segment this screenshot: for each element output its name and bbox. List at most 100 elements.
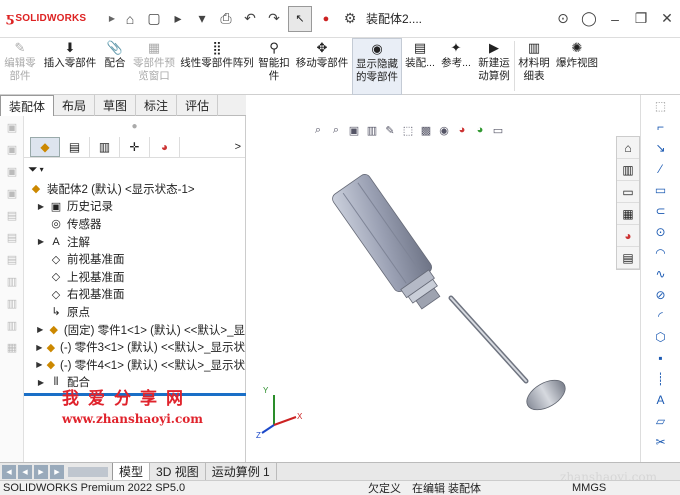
tab-markup[interactable]: 标注 [136,95,178,116]
tree-filter[interactable]: ⏷ ▾ [24,158,245,180]
tree-item[interactable]: ▶ A 注解 [28,233,245,251]
plane-icon[interactable]: ▱ [641,410,680,431]
tab-evaluate[interactable]: 评估 [177,95,219,116]
tree-item[interactable]: ▶ ◆ (固定) 零件1<1> (默认) <<默认>_显 [28,321,245,339]
expand-arrow-icon[interactable]: ▶ [34,343,45,352]
polygon-icon[interactable]: ⬡ [641,326,680,347]
sketch-icon[interactable]: ⬚ [641,95,680,116]
redo-icon[interactable]: ↷ [262,7,286,31]
strip-cube-icon[interactable]: ▣ [0,160,24,182]
help-icon[interactable]: ⊙ [550,7,576,31]
point-icon[interactable]: ▪ [641,347,680,368]
restore-icon[interactable]: ❐ [628,7,654,31]
new-document-icon[interactable]: ▢ [142,7,166,31]
strip-part-icon[interactable]: ▤ [0,204,24,226]
tree-item[interactable]: ◇ 前视基准面 [28,250,245,268]
strip-part-icon[interactable]: ▤ [0,248,24,270]
circle-icon[interactable]: ⊙ [641,221,680,242]
unit-system[interactable]: MMGS [572,482,606,494]
bill-of-materials-button[interactable]: ▥ 材料明 细表 [515,38,553,83]
insert-component-button[interactable]: ⬇ 插入零部件 [40,38,100,70]
arc-icon[interactable]: ◠ [641,242,680,263]
tab-motion-study[interactable]: 运动算例 1 [206,462,277,481]
section-view-icon[interactable]: ▥ [364,124,380,137]
strip-part-icon[interactable]: ▥ [0,270,24,292]
edit-component-button[interactable]: ✎ 编辑零 部件 [0,38,40,83]
tab-model[interactable]: 模型 [112,462,151,481]
undo-icon[interactable]: ↶ [238,7,262,31]
graphics-area[interactable]: Y X Z [246,95,616,462]
open-folder-icon[interactable]: ▸ [166,7,190,31]
slot-icon[interactable]: ⊂ [641,200,680,221]
zoom-to-fit-icon[interactable]: ⌕ [310,124,326,137]
spline-icon[interactable]: ∿ [641,263,680,284]
text-icon[interactable]: A [641,389,680,410]
exploded-view-button[interactable]: ✺ 爆炸视图 [553,38,601,70]
tab-assembly[interactable]: 装配体 [0,95,55,116]
tree-item[interactable]: ▶ ◆ (-) 零件3<1> (默认) <<默认>_显示状 [28,338,245,356]
line-icon[interactable]: ⁄ [641,158,680,179]
tab-3d-view[interactable]: 3D 视图 [150,462,206,481]
file-explorer-icon[interactable]: ▭ [617,181,639,203]
assembly-features-button[interactable]: ▤ 装配... [402,38,438,70]
expand-arrow-icon[interactable]: ▶ [34,378,48,387]
strip-part-icon[interactable]: ▦ [0,336,24,358]
edit-appearance-icon[interactable]: ◕ [454,124,470,136]
expand-arrow-icon[interactable]: ▶ [34,237,48,246]
move-component-button[interactable]: ✥ 移动零部件 [292,38,352,70]
ellipse-icon[interactable]: ⊘ [641,284,680,305]
strip-part-icon[interactable]: ▥ [0,314,24,336]
display-manager-icon[interactable]: ◕ [150,136,180,157]
rebuild-traffic-light-icon[interactable]: ● [314,7,338,31]
solidworks-logo[interactable]: ƽ SOLIDWORKS [6,11,106,26]
component-preview-button[interactable]: ▦ 零部件预 览窗口 [130,38,178,83]
linear-pattern-button[interactable]: ⣿ 线性零部件阵列 [178,38,256,70]
show-hidden-components-button[interactable]: ◉ 显示隐藏 的零部件 [352,38,402,95]
chevron-right-icon[interactable]: > [235,141,241,153]
tree-item[interactable]: ▶ ▣ 历史记录 [28,198,245,216]
first-tab-nav-icon[interactable]: ◀ [2,464,16,479]
apply-scene-icon[interactable]: ◕ [472,124,488,136]
print-icon[interactable]: ⎙ [214,7,238,31]
centerline-icon[interactable]: ┊ [641,368,680,389]
save-icon[interactable]: ▾ [190,7,214,31]
rectangle-icon[interactable]: ▭ [641,179,680,200]
mate-button[interactable]: 📎 配合 [100,38,130,70]
smart-fasteners-button[interactable]: ⚲ 智能扣 件 [256,38,292,83]
tabs-scrollbar[interactable] [68,466,108,477]
feature-tree-icon[interactable]: ◆ [30,136,60,157]
tree-item[interactable]: ◇ 上视基准面 [28,268,245,286]
tree-root-assembly[interactable]: ◆ 装配体2 (默认) <显示状态-1> [28,180,245,198]
configuration-manager-icon[interactable]: ▥ [90,136,120,157]
previous-view-icon[interactable]: ▣ [346,124,362,137]
line-corner-icon[interactable]: ⌐ [641,116,680,137]
expand-arrow-icon[interactable]: ▶ [34,325,47,334]
smart-dimension-icon[interactable]: ↘ [641,137,680,158]
tab-layout[interactable]: 布局 [54,95,96,116]
next-tab-nav-icon[interactable]: ▶ [34,464,48,479]
new-motion-study-button[interactable]: ▶ 新建运 动算例 [474,38,514,83]
menu-expand-icon[interactable]: ▶ [106,7,118,31]
minimize-icon[interactable]: – [602,7,628,31]
appearances-icon[interactable]: ◕ [617,225,639,247]
fillet-icon[interactable]: ◜ [641,305,680,326]
hide-show-items-icon[interactable]: ◉ [436,124,452,137]
view-orientation-icon[interactable]: ⬚ [400,124,416,137]
strip-cube-icon[interactable]: ▣ [0,182,24,204]
tree-item[interactable]: ↳ 原点 [28,303,245,321]
options-gear-icon[interactable]: ⚙ [338,7,362,31]
select-button[interactable]: ↖ [288,5,312,32]
expand-arrow-icon[interactable]: ▶ [34,360,45,369]
property-manager-icon[interactable]: ▤ [60,136,90,157]
strip-part-icon[interactable]: ▥ [0,292,24,314]
last-tab-nav-icon[interactable]: ▶ [50,464,64,479]
solidworks-resources-icon[interactable]: ⌂ [617,137,639,159]
expand-arrow-icon[interactable]: ▶ [34,202,48,211]
strip-cube-icon[interactable]: ▣ [0,116,24,138]
strip-part-icon[interactable]: ▤ [0,226,24,248]
tab-sketch[interactable]: 草图 [95,95,137,116]
dynamic-annotation-icon[interactable]: ✎ [382,124,398,137]
view-settings-icon[interactable]: ▭ [490,124,506,137]
panel-resize-handle[interactable]: ● [24,116,245,136]
home-icon[interactable]: ⌂ [118,7,142,31]
